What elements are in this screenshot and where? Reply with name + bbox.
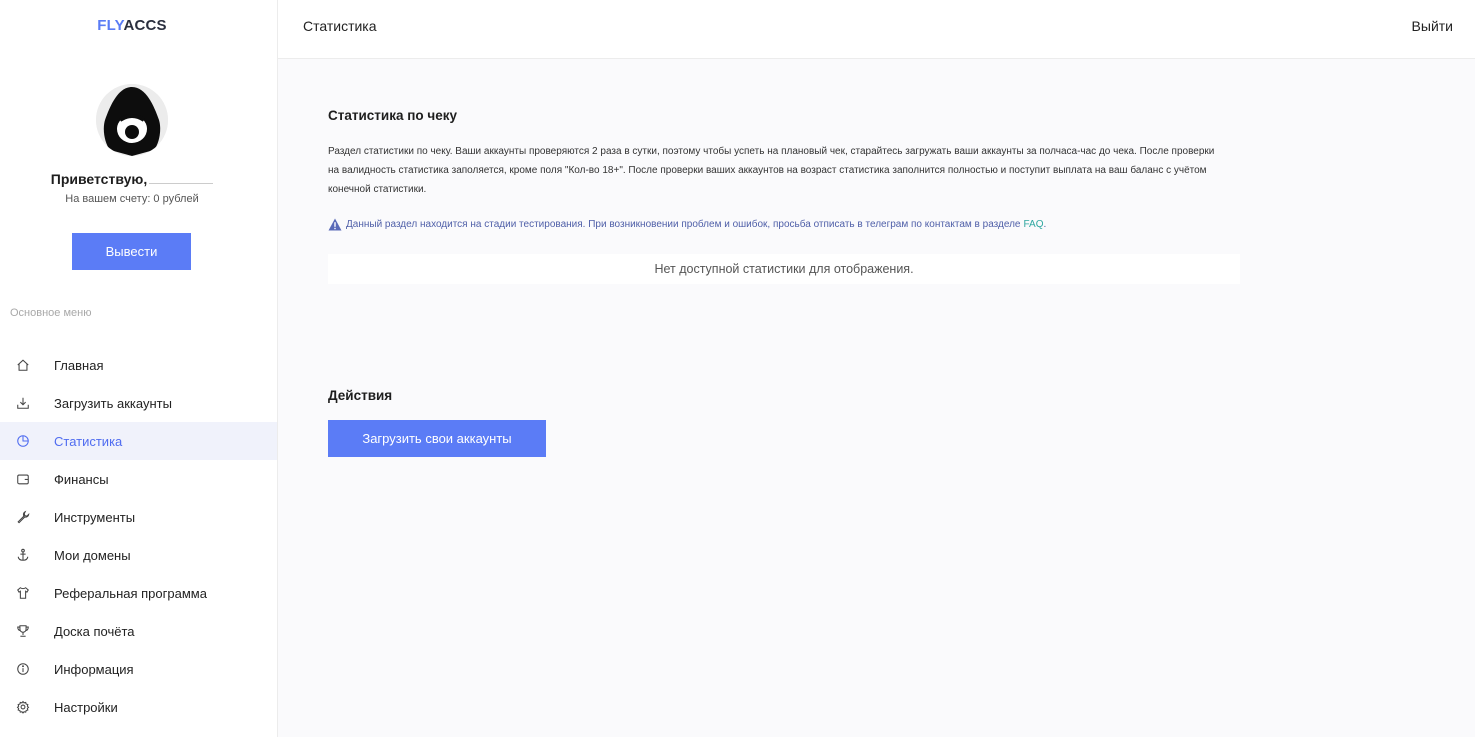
- sidebar-item-home[interactable]: Главная: [0, 346, 277, 384]
- avatar: [96, 84, 168, 156]
- logout-link[interactable]: Выйти: [1412, 18, 1453, 34]
- logo[interactable]: FLYACCS: [0, 17, 264, 34]
- sidebar-item-hall-of-fame[interactable]: Доска почёта: [0, 612, 277, 650]
- sidebar-item-label: Доска почёта: [54, 623, 135, 639]
- gear-icon: [15, 699, 31, 715]
- upload-accounts-button[interactable]: Загрузить свои аккаунты: [328, 420, 546, 457]
- info-icon: [15, 661, 31, 677]
- empty-stats-message: Нет доступной статистики для отображения…: [328, 254, 1240, 284]
- sidebar-item-upload-accounts[interactable]: Загрузить аккаунты: [0, 384, 277, 422]
- topbar: Статистика Выйти: [278, 0, 1475, 59]
- pie-chart-icon: [15, 433, 31, 449]
- wallet-icon: [15, 471, 31, 487]
- sidebar: FLYACCS Приветствую, На вашем счету: 0 р…: [0, 0, 278, 737]
- username-placeholder: [149, 183, 214, 184]
- balance-text: На вашем счету: 0 рублей: [65, 193, 199, 205]
- anchor-icon: [15, 547, 31, 563]
- sidebar-item-label: Загрузить аккаунты: [54, 395, 172, 411]
- logo-part-accs: ACCS: [123, 17, 167, 34]
- empty-stats-text: Нет доступной статистики для отображения…: [654, 262, 914, 276]
- greeting: Приветствую,: [0, 171, 264, 187]
- greeting-text: Приветствую,: [50, 171, 148, 187]
- withdraw-button[interactable]: Вывести: [72, 233, 191, 270]
- sidebar-item-label: Финансы: [54, 471, 109, 487]
- sidebar-item-label: Информация: [54, 661, 134, 677]
- faq-link[interactable]: FAQ: [1023, 219, 1043, 230]
- sidebar-item-tools[interactable]: Инструменты: [0, 498, 277, 536]
- warning-icon: [328, 218, 342, 231]
- sidebar-item-finance[interactable]: Финансы: [0, 460, 277, 498]
- page-title: Статистика: [303, 18, 377, 34]
- actions-section-title: Действия: [328, 388, 393, 403]
- hooded-figure-icon: [96, 84, 168, 156]
- stats-description: Раздел статистики по чеку. Ваши аккаунты…: [328, 146, 1215, 195]
- stats-section-title: Статистика по чеку: [328, 108, 457, 123]
- sidebar-item-settings[interactable]: Настройки: [0, 688, 277, 726]
- sidebar-item-label: Статистика: [54, 433, 123, 449]
- sidebar-item-label: Инструменты: [54, 509, 136, 525]
- main-menu: Главная Загрузить аккаунты Статистика Фи…: [0, 346, 277, 726]
- sidebar-item-label: Настройки: [54, 699, 118, 715]
- upload-icon: [15, 395, 31, 411]
- testing-notice: Данный раздел находится на стадии тестир…: [328, 218, 1046, 231]
- shirt-icon: [15, 585, 31, 601]
- logo-part-fly: FLY: [97, 17, 124, 34]
- sidebar-item-label: Реферальная программа: [54, 585, 207, 601]
- notice-text: Данный раздел находится на стадии тестир…: [346, 219, 1021, 230]
- trophy-icon: [15, 623, 31, 639]
- home-icon: [15, 357, 31, 373]
- sidebar-item-domains[interactable]: Мои домены: [0, 536, 277, 574]
- wrench-icon: [15, 509, 31, 525]
- menu-caption: Основное меню: [10, 307, 92, 319]
- notice-period: .: [1043, 219, 1047, 230]
- sidebar-item-information[interactable]: Информация: [0, 650, 277, 688]
- sidebar-item-statistics[interactable]: Статистика: [0, 422, 277, 460]
- sidebar-item-referral[interactable]: Реферальная программа: [0, 574, 277, 612]
- sidebar-item-label: Мои домены: [54, 547, 131, 563]
- sidebar-item-label: Главная: [54, 357, 104, 373]
